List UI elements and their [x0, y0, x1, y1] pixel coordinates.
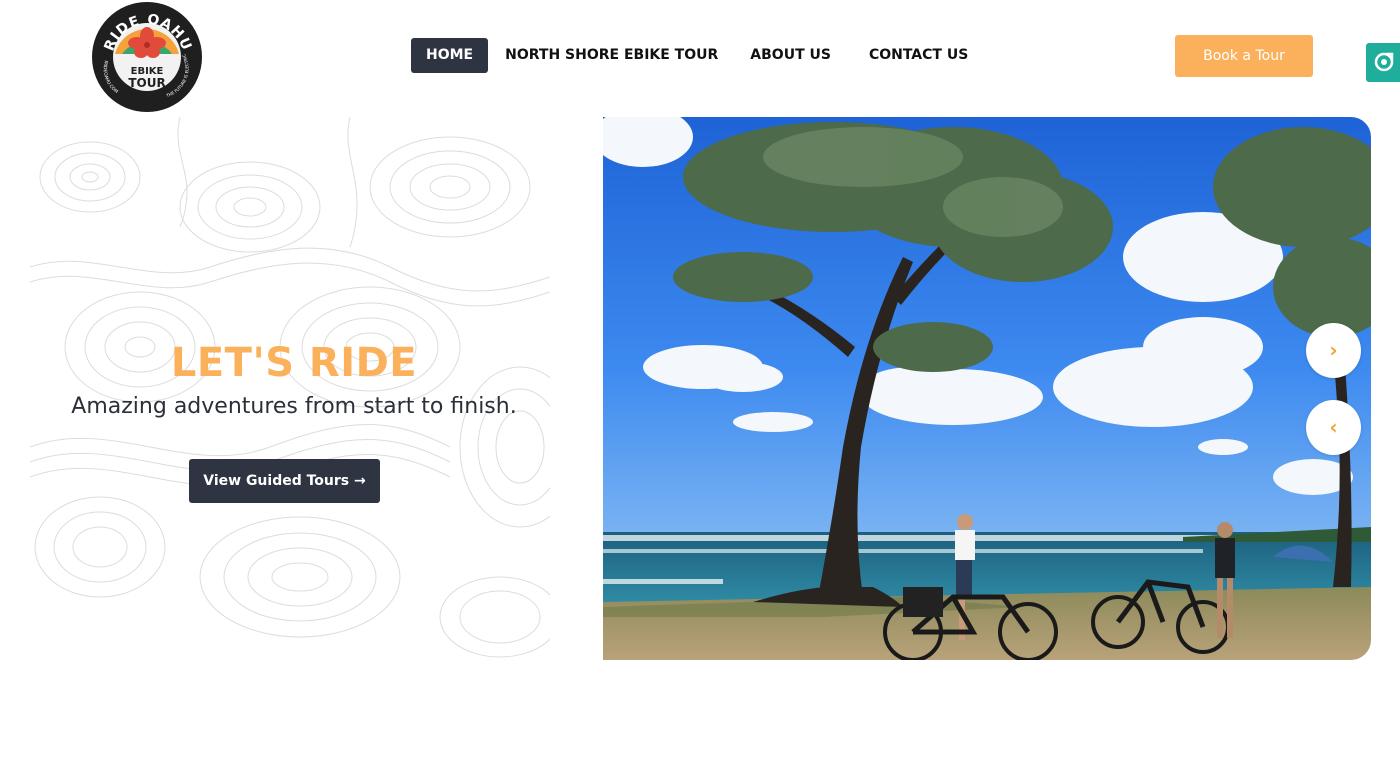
ride-oahu-logo[interactable]: RIDE OAHU EBIKE TOUR IRIDEOAHU.COM THE F…: [92, 2, 202, 112]
hero-subtitle: Amazing adventures from start to finish.: [71, 394, 517, 419]
accessibility-widget[interactable]: [1366, 43, 1400, 82]
beach-ebike-photo: [603, 117, 1371, 660]
nav-item-north-shore-ebike-tour[interactable]: NORTH SHORE EBIKE TOUR: [490, 38, 733, 73]
nav-item-home[interactable]: HOME: [411, 38, 489, 73]
logo-tour-text: TOUR: [128, 76, 165, 90]
hero-title: LET'S RIDE: [170, 340, 418, 386]
view-guided-tours-button[interactable]: View Guided Tours →: [189, 459, 380, 503]
widget-icon: [1374, 52, 1394, 72]
nav-item-contact-us[interactable]: CONTACT US: [854, 38, 983, 73]
hero-slider-image: [603, 117, 1371, 660]
chevron-left-icon: ‹: [1329, 415, 1338, 439]
nav-item-about-us[interactable]: ABOUT US: [735, 38, 846, 73]
main-nav: HOME NORTH SHORE EBIKE TOUR ABOUT US CON…: [411, 38, 983, 73]
book-a-tour-button[interactable]: Book a Tour: [1175, 35, 1313, 77]
slider-prev-button[interactable]: ‹: [1306, 400, 1361, 455]
slider-next-button[interactable]: ›: [1306, 323, 1361, 378]
chevron-right-icon: ›: [1329, 338, 1338, 362]
topographic-pattern: [30, 117, 550, 658]
logo-graphic: RIDE OAHU EBIKE TOUR IRIDEOAHU.COM THE F…: [93, 3, 201, 111]
hero-text-panel: [30, 117, 550, 660]
